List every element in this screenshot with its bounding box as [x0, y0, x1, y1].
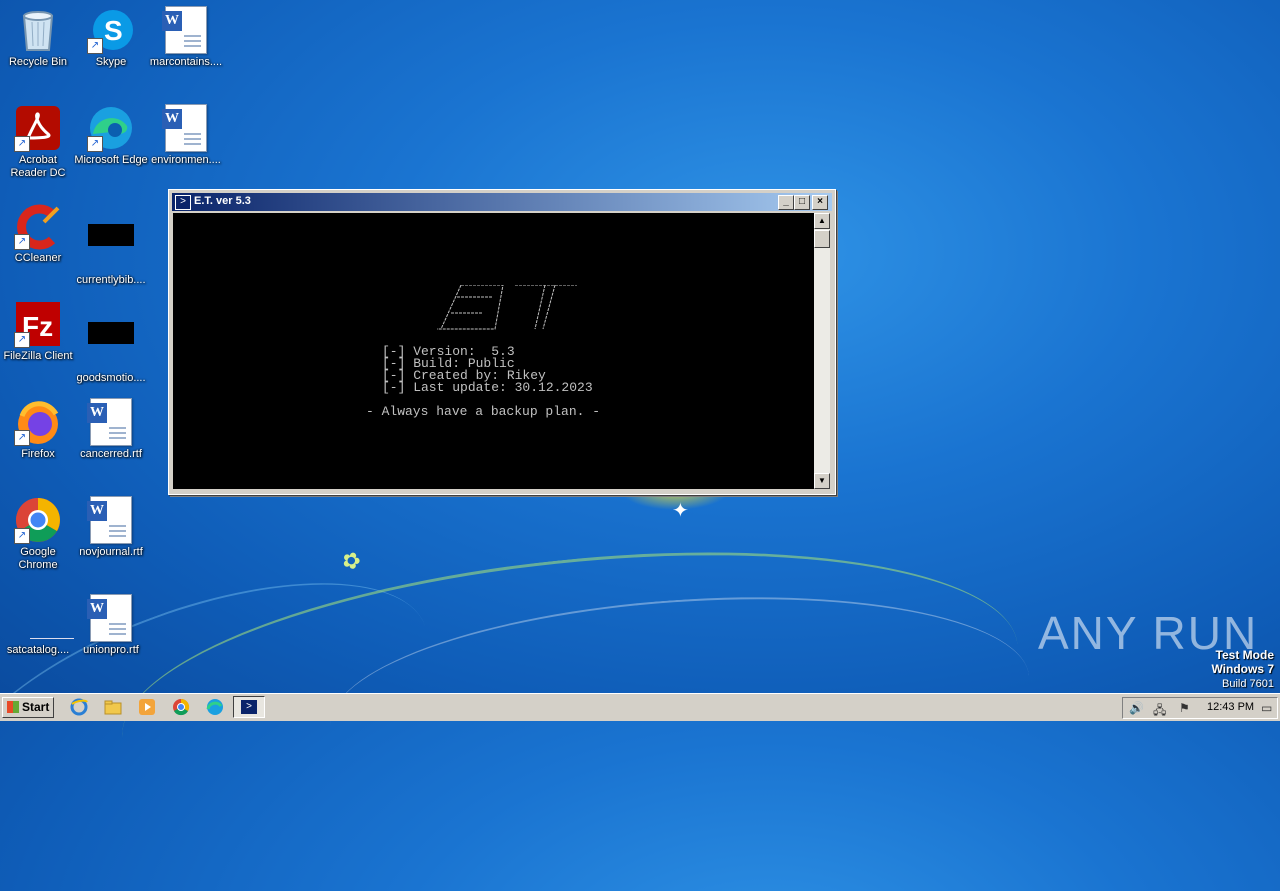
taskbar: Start > 🔊 🖧 ⚑ 12:43 PM ▭ — [0, 693, 1280, 721]
start-button[interactable]: Start — [2, 697, 54, 718]
word-doc-icon: W — [162, 6, 210, 54]
explorer-icon[interactable] — [104, 698, 122, 716]
taskbar-console-button[interactable]: > — [233, 696, 265, 718]
desktop-icon-recycle-bin[interactable]: Recycle Bin — [0, 6, 76, 69]
media-player-icon[interactable] — [138, 698, 156, 716]
recycle-bin-icon — [14, 6, 62, 54]
et-ascii-logo — [437, 285, 577, 330]
edge-icon: ↗ — [87, 104, 135, 152]
scroll-up-button[interactable]: ▲ — [814, 213, 830, 229]
scroll-down-button[interactable]: ▼ — [814, 473, 830, 489]
desktop-icon-label: novjournal.rtf — [79, 546, 143, 558]
console-icon: > — [241, 700, 257, 714]
wallpaper-sparkle: ✦ — [672, 500, 689, 522]
desktop-icon-label: goodsmotio.... — [76, 372, 146, 384]
desktop-icon-label: marcontains.... — [149, 56, 223, 68]
desktop-icon-label: unionpro.rtf — [83, 644, 139, 656]
ie-icon[interactable] — [70, 698, 88, 716]
desktop-icon-label: currentlybib.... — [76, 274, 146, 286]
windows-logo-icon — [7, 701, 19, 713]
desktop-icon-goodsmotio[interactable]: goodsmotio.... — [73, 300, 149, 385]
close-button[interactable]: × — [812, 195, 828, 210]
desktop-icon-marcontains[interactable]: W marcontains.... — [148, 6, 224, 69]
black-file-icon — [87, 322, 135, 370]
desktop-icon-label: Microsoft Edge — [74, 154, 148, 166]
network-icon[interactable]: 🖧 — [1153, 701, 1166, 722]
shortcut-arrow-icon: ↗ — [14, 234, 30, 250]
desktop-icon-firefox[interactable]: ↗ Firefox — [0, 398, 76, 461]
desktop-icon-environmen[interactable]: W environmen.... — [148, 104, 224, 167]
acrobat-icon: ↗ — [14, 104, 62, 152]
desktop-icon-currentlybib[interactable]: currentlybib.... — [73, 202, 149, 287]
window-titlebar[interactable]: > E.T. ver 5.3 _ □ × — [172, 193, 832, 211]
ccleaner-icon: ↗ — [14, 202, 62, 250]
desktop-icon-unionpro[interactable]: W unionpro.rtf — [73, 594, 149, 657]
shortcut-arrow-icon: ↗ — [87, 136, 103, 152]
os-version-text: Windows 7 — [1211, 662, 1274, 676]
os-build-text: Build 7601 — [1222, 678, 1274, 690]
maximize-button[interactable]: □ — [794, 195, 810, 210]
shortcut-arrow-icon: ↗ — [14, 528, 30, 544]
window-title: E.T. ver 5.3 — [194, 195, 251, 207]
volume-icon[interactable]: 🔊 — [1129, 701, 1144, 715]
desktop-icon-edge[interactable]: ↗ Microsoft Edge — [73, 104, 149, 167]
black-file-icon — [87, 224, 135, 272]
word-doc-icon: W — [162, 104, 210, 152]
word-doc-icon: W — [87, 496, 135, 544]
skype-icon: S ↗ — [87, 6, 135, 54]
chrome-icon: ↗ — [14, 496, 62, 544]
desktop-icon-label: satcatalog.... — [6, 644, 70, 656]
console-line-update: [-] Last update: 30.12.2023 — [382, 380, 593, 395]
shortcut-arrow-icon: ↗ — [87, 38, 103, 54]
word-doc-icon: W — [87, 398, 135, 446]
scroll-thumb[interactable] — [814, 230, 830, 248]
desktop-icon-chrome[interactable]: ↗ Google Chrome — [0, 496, 76, 572]
minimize-button[interactable]: _ — [778, 195, 794, 210]
desktop-icon-label: FileZilla Client — [3, 350, 73, 362]
desktop-icon-filezilla[interactable]: Fz ↗ FileZilla Client — [0, 300, 76, 363]
console-window[interactable]: > E.T. ver 5.3 _ □ × [-] Version: 5.3 [-… — [168, 189, 836, 495]
clock[interactable]: 12:43 PM — [1207, 701, 1254, 713]
firefox-icon: ↗ — [14, 398, 62, 446]
test-mode-text: Test Mode — [1215, 648, 1274, 662]
shortcut-arrow-icon: ↗ — [14, 136, 30, 152]
desktop-icon-label: environmen.... — [151, 154, 221, 166]
desktop-icon-label: Acrobat Reader DC — [10, 154, 66, 179]
desktop-icon-label: Recycle Bin — [8, 56, 68, 68]
blank-file-icon — [14, 594, 74, 642]
filezilla-icon: Fz ↗ — [14, 300, 62, 348]
console-output[interactable]: [-] Version: 5.3 [-] Build: Public [-] C… — [173, 213, 814, 489]
desktop-icon-label: Skype — [95, 56, 127, 68]
svg-text:S: S — [104, 15, 123, 46]
word-doc-icon: W — [87, 594, 135, 642]
desktop-icon-label: cancerred.rtf — [80, 448, 142, 460]
vertical-scrollbar[interactable]: ▲ ▼ — [814, 213, 830, 489]
desktop-icon-acrobat[interactable]: ↗ Acrobat Reader DC — [0, 104, 76, 180]
desktop-icon-cancerred[interactable]: W cancerred.rtf — [73, 398, 149, 461]
flag-icon[interactable]: ⚑ — [1179, 701, 1190, 715]
shortcut-arrow-icon: ↗ — [14, 430, 30, 446]
show-desktop-icon[interactable]: ▭ — [1261, 701, 1272, 715]
desktop-icon-skype[interactable]: S ↗ Skype — [73, 6, 149, 69]
system-tray: 🔊 🖧 ⚑ 12:43 PM ▭ — [1122, 697, 1278, 719]
start-label: Start — [22, 700, 50, 714]
desktop-icon-ccleaner[interactable]: ↗ CCleaner — [0, 202, 76, 265]
desktop-icon-label: Firefox — [21, 448, 55, 460]
desktop-icon-label: Google Chrome — [18, 546, 58, 571]
edge-icon[interactable] — [206, 698, 224, 716]
desktop-icon-label: CCleaner — [14, 252, 62, 264]
desktop-icon-novjournal[interactable]: W novjournal.rtf — [73, 496, 149, 559]
wallpaper-leaf: ✿ — [338, 545, 365, 576]
console-icon: > — [175, 195, 191, 210]
chrome-icon[interactable] — [172, 698, 190, 716]
desktop-icon-satcatalog[interactable]: satcatalog.... — [0, 594, 76, 657]
shortcut-arrow-icon: ↗ — [14, 332, 30, 348]
console-motto: - Always have a backup plan. - — [366, 404, 601, 419]
